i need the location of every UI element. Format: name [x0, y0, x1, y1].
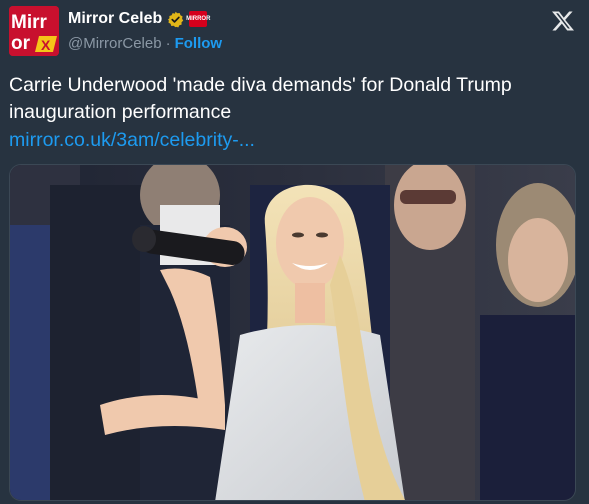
- verified-badge-icon[interactable]: [167, 11, 184, 28]
- affiliate-badge-icon[interactable]: MIRROR: [186, 11, 211, 27]
- svg-text:or: or: [11, 33, 31, 54]
- separator-dot: ·: [165, 35, 171, 52]
- follow-button[interactable]: Follow: [175, 35, 223, 52]
- svg-text:X: X: [41, 37, 51, 53]
- svg-text:Mirr: Mirr: [11, 12, 48, 33]
- avatar[interactable]: Mirr or X: [9, 6, 59, 56]
- affiliate-badge-label: MIRROR: [186, 16, 211, 22]
- performance-photo: [10, 165, 575, 500]
- x-logo-icon[interactable]: [551, 9, 575, 33]
- tweet-link[interactable]: mirror.co.uk/3am/celebrity-...: [9, 127, 255, 154]
- handle[interactable]: @MirrorCeleb: [68, 35, 162, 52]
- tweet-card: Mirr or X Mirror Celeb MIRROR @MirrorCel…: [0, 0, 589, 504]
- tweet-text: Carrie Underwood 'made diva demands' for…: [9, 74, 512, 123]
- name-row: Mirror Celeb MIRROR: [68, 8, 211, 30]
- handle-row: @MirrorCeleb · Follow: [68, 35, 222, 52]
- display-name[interactable]: Mirror Celeb: [68, 10, 162, 28]
- tweet-media-image[interactable]: [9, 164, 576, 501]
- mirror-logo-icon: Mirr or X: [9, 6, 59, 56]
